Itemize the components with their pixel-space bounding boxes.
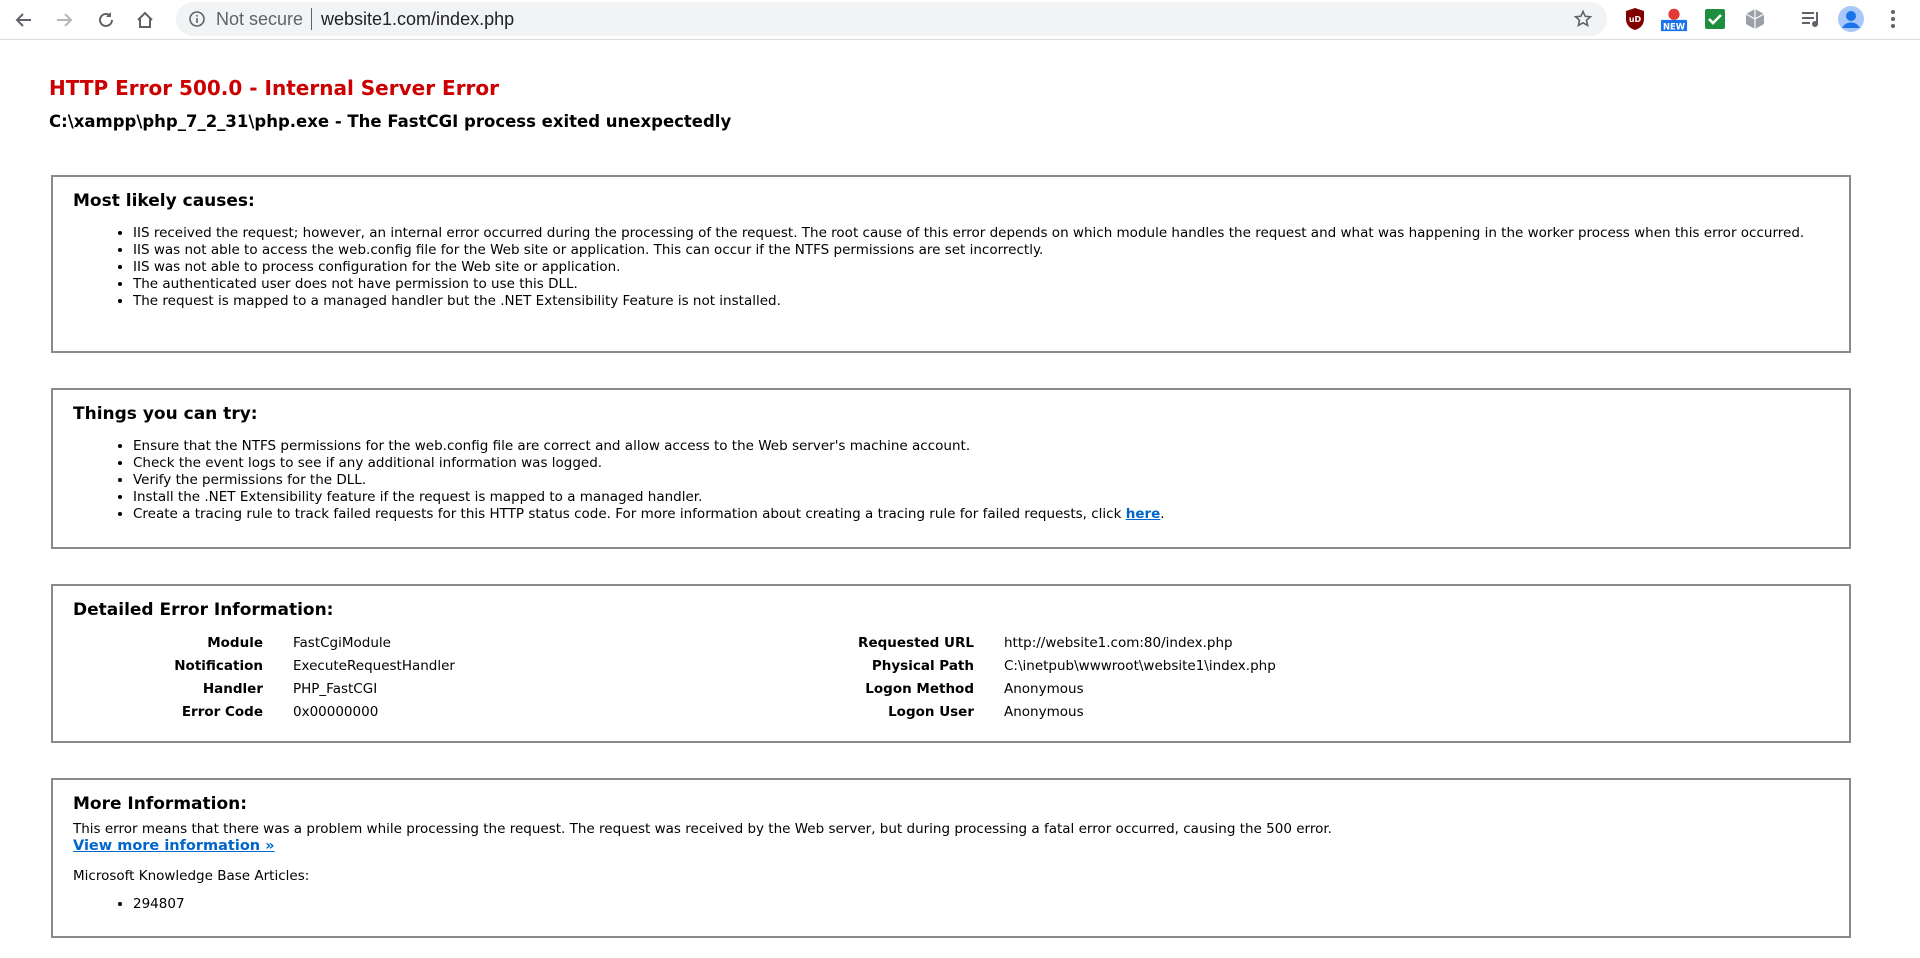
detail-row: Logon User Anonymous — [764, 701, 1276, 724]
svg-text:uD: uD — [1629, 15, 1642, 24]
detail-value: 0x00000000 — [293, 704, 379, 720]
more-info-box: More Information: This error means that … — [51, 778, 1851, 938]
back-arrow-icon — [15, 13, 31, 27]
detail-value: FastCgiModule — [293, 635, 391, 651]
tries-list: Ensure that the NTFS permissions for the… — [113, 438, 1833, 523]
causes-heading: Most likely causes: — [73, 191, 255, 211]
back-button[interactable] — [8, 4, 40, 36]
details-right-table: Requested URL http://website1.com:80/inde… — [764, 632, 1276, 724]
home-icon — [137, 11, 153, 28]
detail-value: C:\inetpub\wwwroot\website1\index.php — [1004, 658, 1276, 674]
security-label: Not secure — [216, 9, 304, 29]
details-left-table: Module FastCgiModule Notification ExecuteR… — [53, 632, 455, 724]
here-link[interactable]: here — [1126, 506, 1161, 522]
detail-row: Physical Path C:\inetpub\wwwroot\website1… — [764, 655, 1276, 678]
profile-avatar-icon[interactable] — [1837, 5, 1865, 33]
media-queue-icon[interactable] — [1797, 5, 1825, 33]
detail-row: Handler PHP_FastCGI — [53, 678, 455, 701]
detail-label: Notification — [174, 658, 263, 674]
forward-button[interactable] — [48, 4, 80, 36]
check-extension-icon[interactable] — [1701, 5, 1729, 33]
detail-value: PHP_FastCGI — [293, 681, 378, 697]
detail-label: Module — [207, 635, 263, 651]
error-title: HTTP Error 500.0 - Internal Server Error — [49, 76, 500, 100]
browser-toolbar: Not secure website1.com/index.php uD NEW — [0, 0, 1920, 40]
list-item: IIS was not able to process configuratio… — [133, 259, 1833, 276]
detail-label: Error Code — [181, 704, 263, 720]
detail-label: Physical Path — [871, 658, 974, 674]
list-item: The authenticated user does not have per… — [133, 276, 1833, 293]
detail-label: Requested URL — [858, 635, 974, 651]
details-box: Detailed Error Information: Module FastCg… — [51, 584, 1851, 743]
detail-value: http://website1.com:80/index.php — [1004, 635, 1233, 651]
tries-heading: Things you can try: — [73, 404, 258, 424]
more-info-text: This error means that there was a proble… — [73, 821, 1332, 837]
url-text[interactable]: website1.com/index.php — [321, 9, 514, 30]
tracing-rule-suffix: . — [1160, 506, 1165, 523]
detail-label: Handler — [202, 681, 263, 697]
ublock-icon[interactable]: uD — [1621, 5, 1649, 33]
list-item: Install the .NET Extensibility feature i… — [133, 489, 1833, 506]
detail-value: Anonymous — [1004, 704, 1084, 720]
forward-arrow-icon — [57, 13, 73, 27]
bookmark-star-icon[interactable] — [1573, 9, 1593, 29]
info-icon[interactable] — [188, 10, 206, 28]
list-item: Ensure that the NTFS permissions for the… — [133, 438, 1833, 455]
address-bar[interactable]: Not secure website1.com/index.php — [176, 2, 1607, 36]
tries-box: Things you can try: Ensure that the NTFS… — [51, 388, 1851, 549]
list-item: The request is mapped to a managed handl… — [133, 293, 1833, 310]
detail-value: Anonymous — [1004, 681, 1084, 697]
home-button[interactable] — [129, 4, 161, 36]
svg-text:NEW: NEW — [1663, 21, 1685, 31]
detail-label: Logon Method — [865, 681, 974, 697]
detail-label: Logon User — [888, 704, 974, 720]
detail-row: Module FastCgiModule — [53, 632, 455, 655]
new-badge-icon[interactable]: NEW — [1660, 5, 1688, 33]
causes-box: Most likely causes: IIS received the req… — [51, 175, 1851, 353]
error-subtitle: C:\xampp\php_7_2_31\php.exe - The FastCG… — [49, 112, 732, 131]
list-item: IIS received the request; however, an in… — [133, 225, 1833, 242]
tracing-rule-text: Create a tracing rule to track failed re… — [133, 506, 1126, 523]
list-item: Verify the permissions for the DLL. — [133, 472, 1833, 489]
kb-list: 294807 — [113, 896, 185, 913]
cube-extension-icon[interactable] — [1741, 5, 1769, 33]
menu-kebab-icon[interactable] — [1879, 5, 1907, 33]
list-item: Create a tracing rule to track failed re… — [133, 506, 1833, 523]
detail-row: Error Code 0x00000000 — [53, 701, 455, 724]
detail-row: Requested URL http://website1.com:80/inde… — [764, 632, 1276, 655]
details-heading: Detailed Error Information: — [73, 600, 334, 620]
more-info-heading: More Information: — [73, 794, 248, 814]
detail-row: Notification ExecuteRequestHandler — [53, 655, 455, 678]
reload-icon — [99, 12, 113, 27]
view-more-link[interactable]: View more information » — [73, 838, 275, 854]
list-item: IIS was not able to access the web.confi… — [133, 242, 1833, 259]
reload-button[interactable] — [90, 4, 122, 36]
list-item: Check the event logs to see if any addit… — [133, 455, 1833, 472]
detail-value: ExecuteRequestHandler — [293, 658, 455, 674]
omnibox-divider — [311, 8, 312, 30]
list-item: 294807 — [133, 896, 185, 913]
kb-label: Microsoft Knowledge Base Articles: — [73, 868, 310, 884]
detail-row: Logon Method Anonymous — [764, 678, 1276, 701]
causes-list: IIS received the request; however, an in… — [113, 225, 1833, 310]
page-content: HTTP Error 500.0 - Internal Server Error… — [0, 40, 1920, 958]
